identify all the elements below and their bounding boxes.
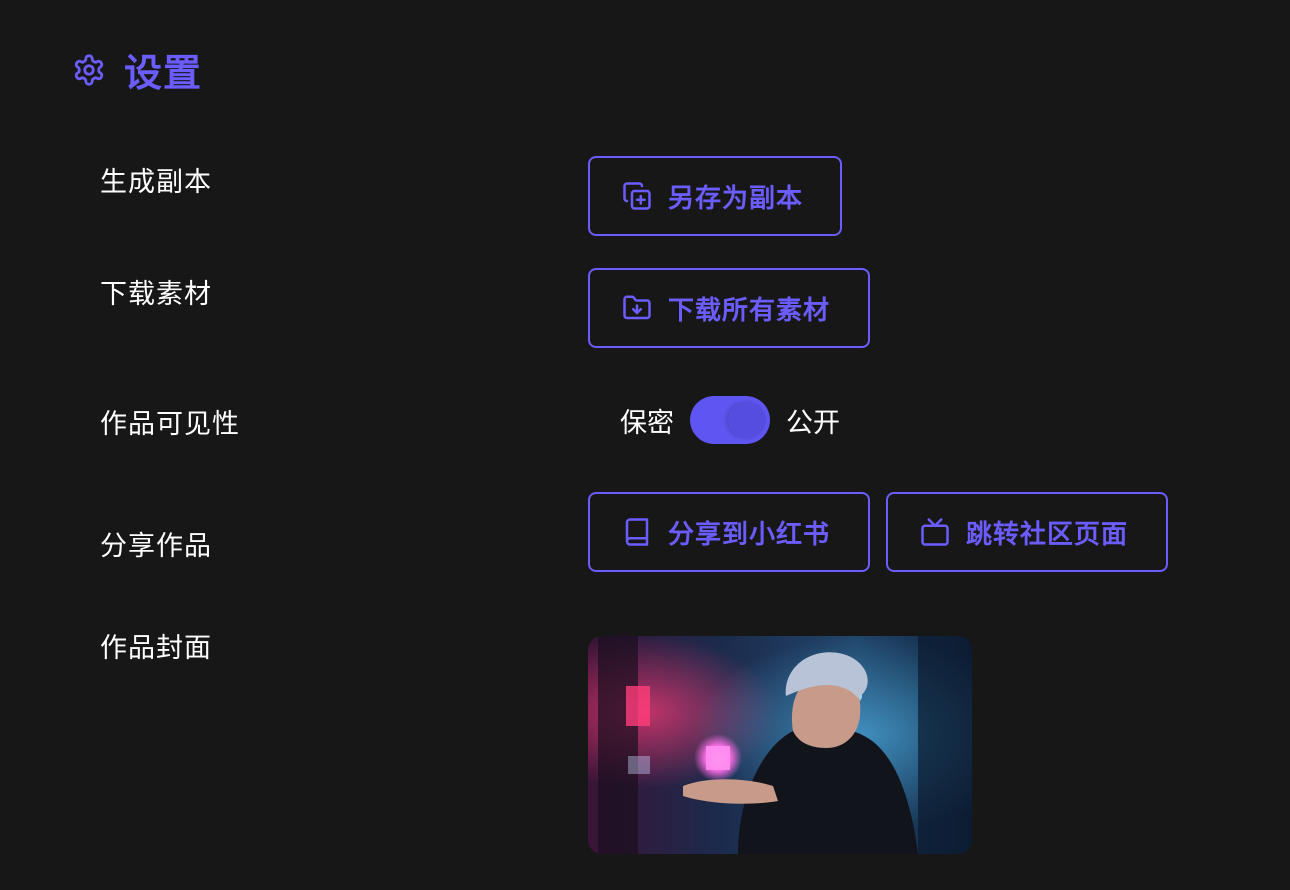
share-xiaohongshu-button[interactable]: 分享到小红书 [588,492,870,572]
download-all-button[interactable]: 下载所有素材 [588,268,870,348]
copy-label: 生成副本 [100,167,212,198]
save-as-copy-button[interactable]: 另存为副本 [588,156,842,236]
share-label: 分享作品 [100,531,212,562]
visibility-toggle-group: 保密 公开 [620,396,840,444]
visibility-label: 作品可见性 [100,409,240,440]
community-page-label: 跳转社区页面 [966,519,1129,550]
cover-illustration [588,636,972,854]
book-icon [622,517,652,547]
download-all-label: 下载所有素材 [668,295,831,326]
private-label: 保密 [620,407,674,439]
tv-icon [920,517,950,547]
cover-label: 作品封面 [100,633,212,664]
share-xiaohongshu-label: 分享到小红书 [668,519,831,550]
toggle-knob [728,402,766,438]
settings-page: 设置 生成副本 另存为副本 下载素材 下载所有素材 作品可见性 保密 公开 分享… [0,0,1290,890]
page-title: 设置 [124,51,203,95]
cover-image[interactable] [588,636,972,854]
public-label: 公开 [786,407,840,439]
community-page-button[interactable]: 跳转社区页面 [886,492,1168,572]
settings-header: 设置 [72,42,202,97]
copy-plus-icon [622,181,652,211]
visibility-toggle[interactable] [690,396,770,444]
save-as-copy-label: 另存为副本 [668,183,804,214]
gear-icon [72,53,106,87]
folder-download-icon [622,293,652,323]
download-label: 下载素材 [100,279,212,310]
